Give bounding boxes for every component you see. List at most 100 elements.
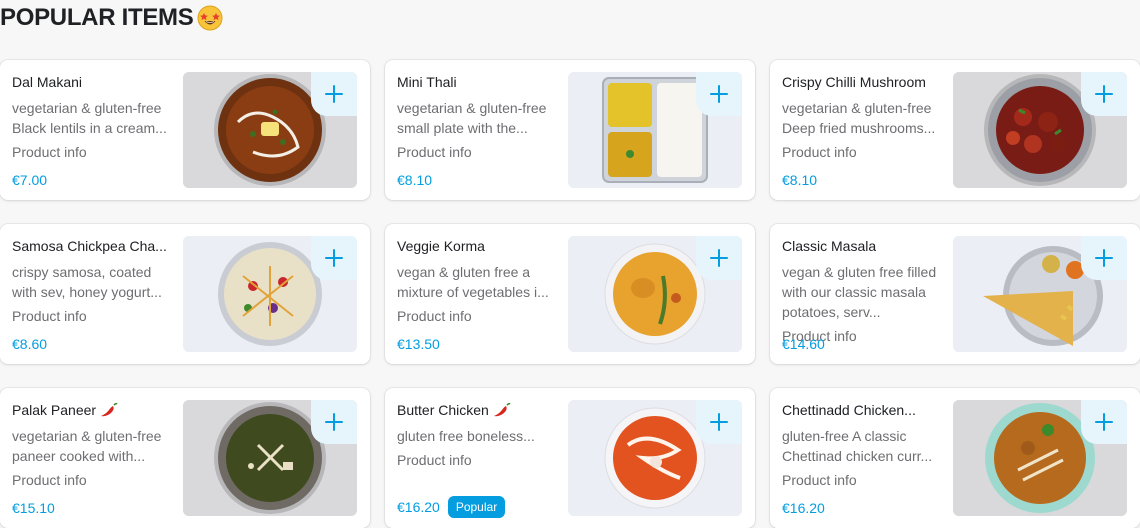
- plus-icon: [325, 249, 343, 267]
- product-text: Butter Chicken gluten free boneless... P…: [397, 400, 557, 470]
- add-to-cart-button[interactable]: [311, 72, 357, 116]
- add-to-cart-button[interactable]: [1081, 400, 1127, 444]
- product-card[interactable]: Samosa Chickpea Cha... crispy samosa, co…: [0, 224, 370, 364]
- product-text: Mini Thali vegetarian & gluten-free smal…: [397, 72, 557, 162]
- plus-icon: [325, 413, 343, 431]
- chili-pepper-icon: [101, 402, 118, 417]
- add-to-cart-button[interactable]: [311, 236, 357, 280]
- product-card[interactable]: Dal Makani vegetarian & gluten-free Blac…: [0, 60, 370, 200]
- price-row: €8.10: [397, 170, 432, 190]
- product-name-text: Mini Thali: [397, 74, 457, 90]
- price-row: €7.00: [12, 170, 47, 190]
- product-description: vegan & gluten free filled with our clas…: [782, 264, 937, 320]
- price-row: €8.10: [782, 170, 817, 190]
- product-description: gluten-free A classic Chettinad chicken …: [782, 428, 933, 464]
- product-image[interactable]: [568, 72, 742, 188]
- product-text: Chettinadd Chicken... gluten-free A clas…: [782, 400, 942, 490]
- product-description: gluten free boneless...: [397, 428, 535, 444]
- product-info-link[interactable]: Product info: [397, 142, 557, 162]
- add-to-cart-button[interactable]: [696, 236, 742, 280]
- product-image[interactable]: [568, 236, 742, 352]
- product-name: Veggie Korma: [397, 236, 557, 256]
- product-price: €8.60: [12, 336, 48, 352]
- product-image[interactable]: [183, 400, 357, 516]
- price-row: €13.50: [397, 334, 440, 354]
- product-description: vegetarian & gluten-free Black lentils i…: [12, 100, 167, 136]
- product-text: Veggie Korma vegan & gluten free a mixtu…: [397, 236, 557, 326]
- chili-pepper-icon: [493, 402, 511, 417]
- add-to-cart-button[interactable]: [696, 72, 742, 116]
- plus-icon: [710, 249, 728, 267]
- price-row: €16.20 Popular: [397, 496, 506, 518]
- popular-badge: Popular: [447, 496, 506, 518]
- product-card[interactable]: Veggie Korma vegan & gluten free a mixtu…: [385, 224, 755, 364]
- price-row: €16.20: [782, 498, 825, 518]
- plus-icon: [325, 85, 343, 103]
- product-name-text: Samosa Chickpea Cha...: [12, 238, 167, 254]
- product-info-link[interactable]: Product info: [12, 470, 172, 490]
- product-info-link[interactable]: Product info: [12, 142, 172, 162]
- product-name: Classic Masala: [782, 236, 942, 256]
- product-image[interactable]: [953, 72, 1127, 188]
- product-card[interactable]: Palak Paneer vegetarian & gluten-free pa…: [0, 388, 370, 528]
- product-card[interactable]: Butter Chicken gluten free boneless... P…: [385, 388, 755, 528]
- product-price: €15.10: [12, 500, 55, 516]
- product-price: €16.20: [782, 500, 825, 516]
- product-text: Classic Masala vegan & gluten free fille…: [782, 236, 942, 346]
- product-price: €13.50: [397, 336, 440, 352]
- product-description: vegetarian & gluten-free Deep fried mush…: [782, 100, 936, 136]
- product-info-link[interactable]: Product info: [782, 142, 942, 162]
- product-price: €7.00: [12, 172, 48, 188]
- product-card[interactable]: Classic Masala vegan & gluten free fille…: [770, 224, 1140, 364]
- plus-icon: [1095, 85, 1113, 103]
- product-name: Crispy Chilli Mushroom: [782, 72, 942, 92]
- product-price: €14.60: [782, 336, 825, 352]
- product-price: €16.20: [397, 499, 440, 515]
- section-title-text: POPULAR ITEMS: [0, 4, 194, 31]
- product-image[interactable]: [183, 72, 357, 188]
- product-name-text: Dal Makani: [12, 74, 83, 90]
- product-card[interactable]: Chettinadd Chicken... gluten-free A clas…: [770, 388, 1140, 528]
- price-row: €15.10: [12, 498, 55, 518]
- product-info-link[interactable]: Product info: [782, 470, 942, 490]
- product-image[interactable]: [568, 400, 742, 516]
- product-name-text: Butter Chicken: [397, 402, 489, 418]
- section-title: POPULAR ITEMS: [0, 4, 223, 32]
- product-name-text: Palak Paneer: [12, 402, 97, 418]
- plus-icon: [1095, 413, 1113, 431]
- add-to-cart-button[interactable]: [311, 400, 357, 444]
- product-image[interactable]: [953, 236, 1127, 352]
- product-image[interactable]: [183, 236, 357, 352]
- product-description: vegan & gluten free a mixture of vegetab…: [397, 264, 549, 300]
- product-price: €8.10: [397, 172, 433, 188]
- product-name: Mini Thali: [397, 72, 557, 92]
- product-text: Palak Paneer vegetarian & gluten-free pa…: [12, 400, 172, 490]
- product-text: Crispy Chilli Mushroom vegetarian & glut…: [782, 72, 942, 162]
- product-name-text: Classic Masala: [782, 238, 877, 254]
- product-text: Dal Makani vegetarian & gluten-free Blac…: [12, 72, 172, 162]
- product-name-text: Veggie Korma: [397, 238, 485, 254]
- product-info-link[interactable]: Product info: [397, 450, 557, 470]
- product-description: crispy samosa, coated with sev, honey yo…: [12, 264, 162, 300]
- plus-icon: [1095, 249, 1113, 267]
- product-description: vegetarian & gluten-free paneer cooked w…: [12, 428, 162, 464]
- product-name: Dal Makani: [12, 72, 172, 92]
- product-info-link[interactable]: Product info: [397, 306, 557, 326]
- star-struck-emoji-icon: [197, 5, 223, 31]
- plus-icon: [710, 413, 728, 431]
- product-card[interactable]: Mini Thali vegetarian & gluten-free smal…: [385, 60, 755, 200]
- add-to-cart-button[interactable]: [1081, 236, 1127, 280]
- add-to-cart-button[interactable]: [696, 400, 742, 444]
- product-name: Chettinadd Chicken...: [782, 400, 942, 420]
- product-name-text: Chettinadd Chicken...: [782, 402, 916, 418]
- plus-icon: [710, 85, 728, 103]
- product-info-link[interactable]: Product info: [12, 306, 172, 326]
- add-to-cart-button[interactable]: [1081, 72, 1127, 116]
- product-name: Butter Chicken: [397, 400, 557, 420]
- product-price: €8.10: [782, 172, 818, 188]
- product-image[interactable]: [953, 400, 1127, 516]
- product-description: vegetarian & gluten-free small plate wit…: [397, 100, 547, 136]
- product-card[interactable]: Crispy Chilli Mushroom vegetarian & glut…: [770, 60, 1140, 200]
- price-row: €14.60: [782, 334, 825, 354]
- product-name: Samosa Chickpea Cha...: [12, 236, 172, 256]
